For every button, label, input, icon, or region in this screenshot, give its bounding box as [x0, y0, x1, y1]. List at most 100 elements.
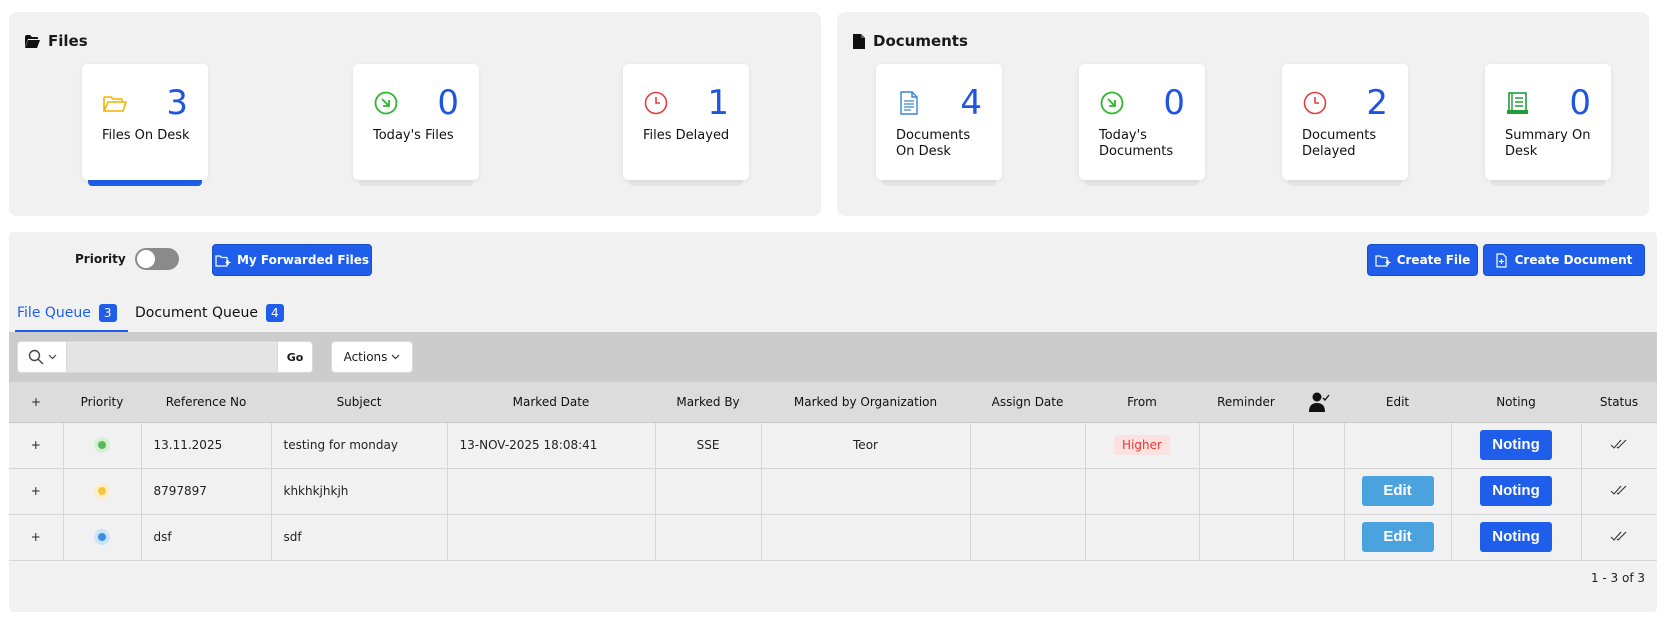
card-label: Documents Delayed [1302, 128, 1377, 159]
column-header-reminder[interactable]: Reminder [1199, 382, 1293, 423]
expand-row-button[interactable]: + [9, 514, 64, 561]
go-button[interactable]: Go [277, 341, 313, 373]
edit-cell: Edit [1344, 468, 1452, 515]
card-count: 0 [1569, 83, 1591, 123]
noting-button[interactable]: Noting [1480, 522, 1552, 552]
tab-count-badge: 4 [265, 304, 284, 322]
actions-dropdown[interactable]: Actions [331, 341, 413, 373]
card-count: 4 [960, 83, 982, 123]
column-header-assign-date[interactable]: Assign Date [970, 382, 1085, 423]
reference-cell[interactable]: 13.11.2025 [141, 422, 272, 469]
table-header-row: + Priority Reference No Subject Marked D… [9, 382, 1657, 423]
edit-button[interactable]: Edit [1361, 522, 1434, 552]
card-label: Summary On Desk [1505, 128, 1591, 159]
search-input[interactable] [67, 341, 277, 373]
noting-cell: Noting [1451, 514, 1582, 561]
summary-on-desk-card[interactable]: 0 Summary On Desk [1485, 64, 1611, 194]
column-header-subject[interactable]: Subject [271, 382, 447, 423]
noting-button[interactable]: Noting [1480, 476, 1552, 506]
card-label: Files Delayed [643, 128, 730, 143]
create-document-label: Create Document [1514, 253, 1633, 267]
tab-count-badge: 3 [98, 304, 117, 322]
documents-delayed-card[interactable]: 2 Documents Delayed [1282, 64, 1408, 194]
column-header-status[interactable]: Status [1581, 382, 1657, 423]
queue-section: Priority My Forwarded Files Create File … [9, 232, 1657, 612]
card-count: 0 [1163, 83, 1185, 123]
subject-cell[interactable]: sdf [271, 514, 448, 561]
my-forwarded-files-label: My Forwarded Files [236, 253, 370, 267]
todays-documents-card[interactable]: 0 Today's Documents [1079, 64, 1205, 194]
expand-row-button[interactable]: + [9, 422, 64, 469]
expand-row-button[interactable]: + [9, 468, 64, 515]
card-label: Today's Files [373, 128, 454, 143]
table-row[interactable]: + 8797897 khkhkjhkjh Edit Noting [9, 468, 1657, 515]
assignee-cell [1293, 422, 1345, 469]
assign-date-cell [970, 514, 1086, 561]
priority-indicator [63, 514, 142, 561]
edit-cell [1344, 422, 1452, 469]
file-queue-table: + Priority Reference No Subject Marked D… [9, 382, 1657, 561]
table-row[interactable]: + dsf sdf Edit Noting [9, 514, 1657, 561]
reference-cell[interactable]: dsf [141, 514, 272, 561]
documents-panel: Documents 4 Documents On Desk 0 Today's … [837, 12, 1649, 216]
column-header-marked-by[interactable]: Marked By [655, 382, 761, 423]
reminder-cell [1199, 468, 1294, 515]
expand-all-button[interactable]: + [9, 382, 63, 423]
double-check-icon [1610, 485, 1627, 495]
status-cell[interactable] [1581, 468, 1657, 515]
assignee-cell [1293, 468, 1345, 515]
noting-cell: Noting [1451, 468, 1582, 515]
files-title-text: Files [48, 32, 88, 50]
column-header-reference-no[interactable]: Reference No [141, 382, 271, 423]
marked-by-cell: SSE [655, 422, 762, 469]
files-panel-title: Files [25, 32, 88, 50]
status-cell[interactable] [1581, 514, 1657, 561]
clock-icon [644, 91, 668, 115]
subject-cell[interactable]: testing for monday [271, 422, 448, 469]
priority-toggle[interactable] [135, 248, 179, 270]
tab-file-queue[interactable]: File Queue 3 [17, 300, 117, 326]
my-forwarded-files-button[interactable]: My Forwarded Files [212, 244, 372, 276]
table-row[interactable]: + 13.11.2025 testing for monday 13-NOV-2… [9, 422, 1657, 469]
create-file-button[interactable]: Create File [1367, 244, 1478, 276]
subject-cell[interactable]: khkhkjhkjh [271, 468, 448, 515]
card-label: Files On Desk [102, 128, 190, 143]
priority-label: Priority [75, 252, 126, 266]
search-filter-dropdown[interactable] [17, 341, 67, 373]
column-header-assignee [1293, 382, 1344, 423]
status-cell[interactable] [1581, 422, 1657, 469]
from-badge-higher: Higher [1114, 435, 1170, 455]
card-count: 3 [166, 83, 188, 123]
files-delayed-card[interactable]: 1 Files Delayed [623, 64, 749, 194]
documents-panel-title: Documents [853, 32, 968, 50]
reference-cell[interactable]: 8797897 [141, 468, 272, 515]
file-plus-icon [1495, 252, 1507, 268]
create-document-button[interactable]: Create Document [1483, 244, 1645, 276]
card-label: Today's Documents [1099, 128, 1174, 159]
column-header-priority[interactable]: Priority [63, 382, 141, 423]
files-on-desk-card[interactable]: 3 Files On Desk [82, 64, 208, 194]
pagination-summary: 1 - 3 of 3 [1590, 571, 1645, 585]
double-check-icon [1610, 439, 1627, 449]
noting-button[interactable]: Noting [1480, 430, 1552, 460]
noting-cell: Noting [1451, 422, 1582, 469]
column-header-marked-by-organization[interactable]: Marked by Organization [761, 382, 970, 423]
card-label: Documents On Desk [896, 128, 971, 159]
priority-indicator [63, 422, 142, 469]
todays-files-card[interactable]: 0 Today's Files [353, 64, 479, 194]
column-header-edit: Edit [1344, 382, 1451, 423]
column-header-marked-date[interactable]: Marked Date [447, 382, 655, 423]
organization-cell [761, 468, 971, 515]
organization-cell [761, 514, 971, 561]
edit-button[interactable]: Edit [1361, 476, 1434, 506]
column-header-from[interactable]: From [1085, 382, 1199, 423]
from-cell: Higher [1085, 422, 1200, 469]
marked-date-cell [447, 514, 656, 561]
tab-document-queue[interactable]: Document Queue 4 [135, 300, 284, 326]
documents-title-text: Documents [873, 32, 968, 50]
documents-on-desk-card[interactable]: 4 Documents On Desk [876, 64, 1002, 194]
priority-dot [94, 529, 110, 545]
queue-toolbar: Go Actions [9, 332, 1657, 382]
assign-date-cell [970, 468, 1086, 515]
tab-label: Document Queue [135, 305, 258, 321]
